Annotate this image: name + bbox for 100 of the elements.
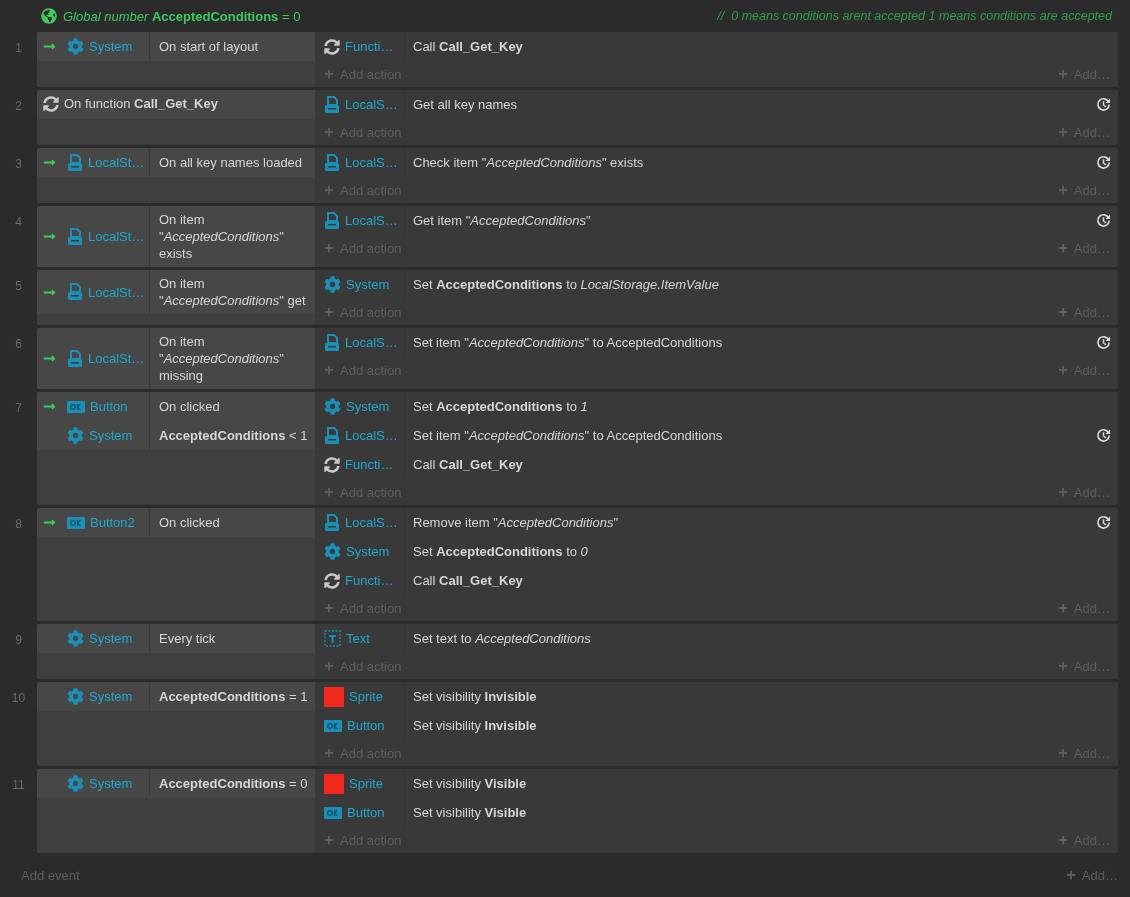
condition-row[interactable]: Button2 On clicked [37, 508, 315, 537]
plus-icon [1057, 487, 1068, 497]
action-row[interactable]: LocalS… Remove item "AcceptedConditions" [315, 508, 1118, 537]
condition-row[interactable]: Button On clicked [37, 392, 315, 421]
action-text: Get item "AcceptedConditions" [412, 213, 592, 228]
gear-icon [324, 543, 341, 560]
clock-icon [1096, 335, 1111, 350]
action-row[interactable]: LocalS… Get all key names [315, 90, 1118, 119]
action-row[interactable]: Text Set text to AcceptedConditions [315, 624, 1118, 653]
clock-icon [1096, 155, 1111, 170]
action-row[interactable]: Functi… Call Call_Get_Key [315, 566, 1118, 595]
button-icon [324, 719, 342, 732]
condition-row[interactable]: System Every tick [37, 624, 315, 653]
condition-row[interactable]: LocalSt… On item "AcceptedConditions" missing [37, 328, 315, 389]
action-row[interactable]: LocalS… Check item "AcceptedConditions" exists [315, 148, 1118, 177]
condition-row[interactable]: System AcceptedConditions = 0 [37, 769, 315, 798]
plus-icon [1057, 603, 1068, 613]
plus-icon [324, 487, 334, 497]
plus-icon [324, 835, 334, 845]
action-row[interactable]: Functi… Call Call_Get_Key [315, 32, 1118, 61]
printer-icon [324, 153, 340, 172]
clock-icon [1096, 428, 1111, 443]
comment-text: // 0 means conditions arent accepted 1 means conditions are accepted [717, 9, 1112, 23]
action-row[interactable]: LocalS… Set item "AcceptedConditions" to AcceptedConditions [315, 421, 1118, 450]
event-number: 1 [14, 40, 23, 55]
action-row[interactable]: LocalS… Set item "AcceptedConditions" to AcceptedConditions [315, 328, 1118, 357]
action-text: Set item "AcceptedConditions" to AcceptedConditions [412, 335, 724, 350]
printer-icon [324, 426, 340, 445]
button-icon [324, 806, 342, 819]
plus-icon [1057, 243, 1068, 253]
condition-text: Every tick [158, 630, 217, 648]
object-name: Button2 [90, 515, 135, 530]
action-row[interactable]: System Set AcceptedConditions to 1 [315, 392, 1118, 421]
condition-row[interactable]: System AcceptedConditions < 1 [37, 421, 315, 450]
printer-icon [67, 349, 83, 368]
object-name: System [346, 277, 390, 292]
plus-icon [1057, 365, 1068, 375]
action-row[interactable]: Button Set visibility Visible [315, 798, 1118, 827]
function-text: On function Call_Get_Key [64, 96, 218, 111]
plus-icon [324, 185, 334, 195]
square-icon [324, 686, 344, 707]
condition-text: AcceptedConditions = 0 [158, 775, 309, 793]
sync-arrows-icon [324, 572, 340, 589]
action-row[interactable]: Sprite Set visibility Invisible [315, 682, 1118, 711]
action-text: Set visibility Visible [412, 776, 528, 791]
object-name: Functi… [345, 573, 394, 588]
condition-row[interactable]: System AcceptedConditions = 1 [37, 682, 315, 711]
event-number: 11 [11, 777, 26, 792]
sync-arrows-icon [324, 38, 340, 55]
action-row[interactable]: System Set AcceptedConditions to LocalStorage.ItemValue [315, 270, 1118, 299]
action-row[interactable]: System Set AcceptedConditions to 0 [315, 537, 1118, 566]
object-name: Functi… [345, 39, 394, 54]
event-number: 7 [14, 400, 23, 415]
condition-text: On all key names loaded [158, 154, 304, 172]
plus-icon [1057, 127, 1068, 137]
action-text: Call Call_Get_Key [412, 457, 524, 472]
action-text: Set text to AcceptedConditions [412, 631, 592, 646]
square-icon [324, 773, 344, 794]
button-icon [67, 400, 85, 413]
condition-row[interactable]: System On start of layout [37, 32, 315, 61]
sync-arrows-icon [324, 456, 340, 473]
object-name: LocalSt… [88, 351, 145, 366]
event-number: 9 [14, 632, 23, 647]
gear-icon [67, 775, 84, 792]
object-name: LocalS… [345, 155, 398, 170]
object-name: System [89, 689, 133, 704]
object-name: LocalSt… [88, 229, 145, 244]
action-row[interactable]: Functi… Call Call_Get_Key [315, 450, 1118, 479]
object-name: System [89, 39, 133, 54]
text-object-icon [324, 630, 341, 647]
condition-row[interactable]: LocalSt… On item "AcceptedConditions" exists [37, 206, 315, 267]
action-row[interactable]: LocalS… Get item "AcceptedConditions" [315, 206, 1118, 235]
condition-text: On start of layout [158, 38, 259, 56]
condition-row[interactable]: LocalSt… On all key names loaded [37, 148, 315, 177]
object-name: LocalS… [345, 213, 398, 228]
action-text: Set AcceptedConditions to LocalStorage.ItemValue [412, 277, 720, 292]
plus-icon [324, 127, 334, 137]
object-name: Button [347, 718, 385, 733]
condition-text: On item "AcceptedConditions" get [158, 275, 307, 310]
condition-row[interactable]: LocalSt… On item "AcceptedConditions" get [37, 270, 315, 314]
condition-text: On item "AcceptedConditions" missing [158, 333, 285, 385]
condition-text: On item "AcceptedConditions" exists [158, 211, 285, 263]
action-row[interactable]: Sprite Set visibility Visible [315, 769, 1118, 798]
globe-icon [41, 8, 57, 24]
plus-icon [1057, 185, 1068, 195]
clock-icon [1096, 213, 1111, 228]
printer-icon [324, 211, 340, 230]
gear-icon [67, 427, 84, 444]
function-row[interactable]: On function Call_Get_Key [37, 90, 315, 119]
object-name: LocalSt… [88, 284, 145, 300]
object-name: LocalS… [345, 515, 398, 530]
gear-icon [324, 398, 341, 415]
action-text: Set visibility Invisible [412, 718, 538, 733]
button-icon [67, 516, 85, 529]
action-text: Get all key names [412, 97, 519, 112]
action-row[interactable]: Button Set visibility Invisible [315, 711, 1118, 740]
plus-icon [1057, 835, 1068, 845]
action-text: Check item "AcceptedConditions" exists [412, 155, 645, 170]
gear-icon [67, 630, 84, 647]
object-name: LocalS… [345, 335, 398, 350]
